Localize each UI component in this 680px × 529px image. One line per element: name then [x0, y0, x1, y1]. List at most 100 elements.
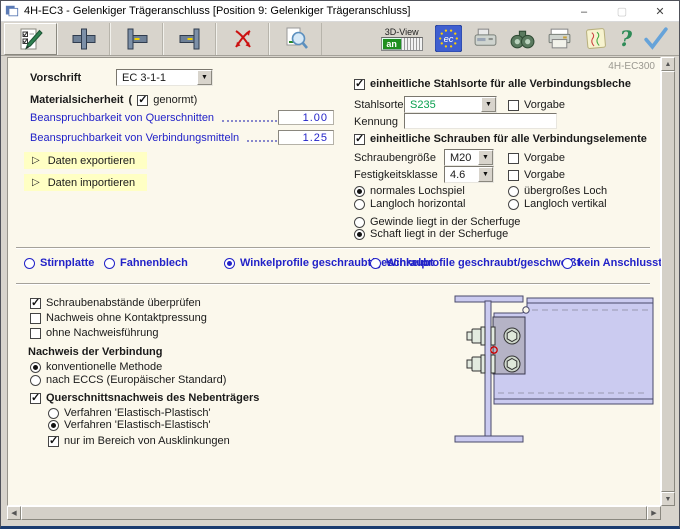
kennung-input[interactable]: [404, 113, 557, 129]
lochspiel-label[interactable]: normales Lochspiel: [370, 185, 465, 197]
vorschrift-dropdown[interactable]: EC 3-1-1: [116, 69, 213, 86]
scroll-up-icon[interactable]: ▲: [661, 57, 675, 71]
schaft-scherfuge-label[interactable]: Schaft liegt in der Scherfuge: [370, 228, 508, 240]
stahl-header-checkbox[interactable]: [354, 79, 365, 90]
loads-button[interactable]: [216, 23, 269, 55]
help-button[interactable]: ?: [620, 26, 632, 52]
kontaktpressung-checkbox[interactable]: [30, 313, 41, 324]
gamma-m2-field[interactable]: 1.25: [278, 130, 334, 145]
ohne-nachweis-label[interactable]: ohne Nachweisführung: [46, 327, 159, 339]
schaft-scherfuge-radio[interactable]: [354, 229, 365, 240]
lochspiel-radio[interactable]: [354, 186, 365, 197]
bolt-nut: [504, 356, 520, 372]
ausklinkung-checkbox[interactable]: [48, 436, 59, 447]
divider: [16, 283, 650, 285]
elastisch-plastisch-radio[interactable]: [48, 408, 59, 419]
horizontal-scroll-thumb[interactable]: [21, 506, 647, 520]
kein-anschlusstyp-radio[interactable]: [562, 258, 573, 269]
stahlsorte-label: Stahlsorte: [354, 99, 404, 111]
groesse-vorgabe-label[interactable]: Vorgabe: [524, 152, 565, 164]
langloch-vertikal-label[interactable]: Langloch vertikal: [524, 198, 607, 210]
print-button[interactable]: [546, 25, 573, 52]
uebergross-label[interactable]: übergroßes Loch: [524, 185, 607, 197]
elastisch-plastisch-label[interactable]: Verfahren 'Elastisch-Plastisch': [64, 407, 211, 419]
konventionell-label[interactable]: konventionelle Methode: [46, 361, 162, 373]
ohne-nachweis-checkbox[interactable]: [30, 328, 41, 339]
connection-left-button[interactable]: [110, 23, 163, 55]
gewinde-scherfuge-label[interactable]: Gewinde liegt in der Scherfuge: [370, 216, 520, 228]
stahl-vorgabe-label[interactable]: Vorgabe: [524, 99, 565, 111]
eccs-label[interactable]: nach ECCS (Europäischer Standard): [46, 374, 226, 386]
chevron-down-icon[interactable]: [478, 150, 493, 165]
app-icon: [5, 4, 19, 18]
scroll-right-icon[interactable]: ▶: [647, 506, 661, 520]
vertical-scroll-thumb[interactable]: [661, 71, 675, 492]
input-edit-button[interactable]: [4, 23, 57, 55]
chevron-down-icon[interactable]: [481, 97, 496, 112]
connection-right-icon: [177, 26, 203, 52]
notes-button[interactable]: [583, 25, 610, 52]
maximize-button[interactable]: ▢: [603, 1, 641, 22]
eurocode-ec-button[interactable]: ec: [435, 25, 462, 52]
fahnenblech-label[interactable]: Fahnenblech: [120, 257, 188, 269]
querschnitt-header[interactable]: Querschnittsnachweis des Nebenträgers: [46, 392, 259, 404]
import-data-button[interactable]: ▷ Daten importieren: [24, 174, 147, 191]
app-window: 4H-EC3 - Gelenkiger Trägeranschluss [Pos…: [0, 0, 680, 529]
uebergross-radio[interactable]: [508, 186, 519, 197]
close-button[interactable]: ✕: [641, 1, 679, 22]
genormt-label[interactable]: genormt): [153, 94, 197, 106]
chevron-down-icon[interactable]: [478, 167, 493, 182]
scroll-down-icon[interactable]: ▼: [661, 492, 675, 506]
kontaktpressung-label[interactable]: Nachweis ohne Kontaktpressung: [46, 312, 207, 324]
export-data-button[interactable]: ▷ Daten exportieren: [24, 152, 147, 169]
gewinde-scherfuge-radio[interactable]: [354, 217, 365, 228]
fahnenblech-radio[interactable]: [104, 258, 115, 269]
scroll-left-icon[interactable]: ◀: [7, 506, 21, 520]
module-code: 4H-EC300: [608, 61, 655, 72]
stirnplatte-label[interactable]: Stirnplatte: [40, 257, 94, 269]
winkel-geschweisst-label[interactable]: Winkelprofile geschraubt/geschweißt: [386, 257, 580, 269]
schraubenabstaende-label[interactable]: Schraubenabstände überprüfen: [46, 297, 201, 309]
langloch-horizontal-label[interactable]: Langloch horizontal: [370, 198, 465, 210]
ausklinkung-label[interactable]: nur im Bereich von Ausklinkungen: [64, 435, 230, 447]
festigkeit-vorgabe-label[interactable]: Vorgabe: [524, 169, 565, 181]
winkel-geschraubt-radio[interactable]: [224, 258, 235, 269]
stahlsorte-dropdown[interactable]: S235: [404, 96, 497, 113]
eccs-radio[interactable]: [30, 375, 41, 386]
loads-arrows-icon: [230, 26, 256, 52]
gamma-m0-field[interactable]: 1.00: [278, 110, 334, 125]
girder-both-sides-button[interactable]: [57, 23, 110, 55]
groesse-vorgabe-checkbox[interactable]: [508, 153, 519, 164]
langloch-horizontal-radio[interactable]: [354, 199, 365, 210]
schrauben-header-label[interactable]: einheitliche Schrauben für alle Verbindu…: [370, 133, 647, 145]
stahl-vorgabe-checkbox[interactable]: [508, 100, 519, 111]
minimize-button[interactable]: –: [565, 1, 603, 22]
view3d-toggle[interactable]: 3D-View an: [381, 27, 423, 51]
binoculars-icon[interactable]: [509, 25, 536, 52]
preview-magnifier-icon: [283, 26, 309, 52]
stahl-header-label[interactable]: einheitliche Stahlsorte für alle Verbind…: [370, 78, 631, 90]
export-label: Daten exportieren: [48, 155, 135, 167]
chevron-down-icon[interactable]: [197, 70, 212, 85]
festigkeit-vorgabe-checkbox[interactable]: [508, 170, 519, 181]
stirnplatte-radio[interactable]: [24, 258, 35, 269]
schraubengroesse-dropdown[interactable]: M20: [444, 149, 494, 166]
querschnitt-checkbox[interactable]: [30, 393, 41, 404]
view3d-label: 3D-View: [381, 27, 423, 37]
copy-button[interactable]: [472, 25, 499, 52]
confirm-check-button[interactable]: [642, 25, 669, 52]
schraubenabstaende-checkbox[interactable]: [30, 298, 41, 309]
langloch-vertikal-radio[interactable]: [508, 199, 519, 210]
festigkeitsklasse-dropdown[interactable]: 4.6: [444, 166, 494, 183]
konventionell-radio[interactable]: [30, 362, 41, 373]
preview-button[interactable]: [269, 23, 322, 55]
vertical-scrollbar[interactable]: ▲ ▼: [661, 57, 675, 506]
winkel-geschweisst-radio[interactable]: [370, 258, 381, 269]
genormt-checkbox[interactable]: [137, 95, 148, 106]
import-label: Daten importieren: [48, 177, 135, 189]
connection-right-button[interactable]: [163, 23, 216, 55]
elastisch-elastisch-radio[interactable]: [48, 420, 59, 431]
horizontal-scrollbar[interactable]: ◀ ▶: [7, 506, 661, 520]
schrauben-header-checkbox[interactable]: [354, 134, 365, 145]
elastisch-elastisch-label[interactable]: Verfahren 'Elastisch-Elastisch': [64, 419, 211, 431]
